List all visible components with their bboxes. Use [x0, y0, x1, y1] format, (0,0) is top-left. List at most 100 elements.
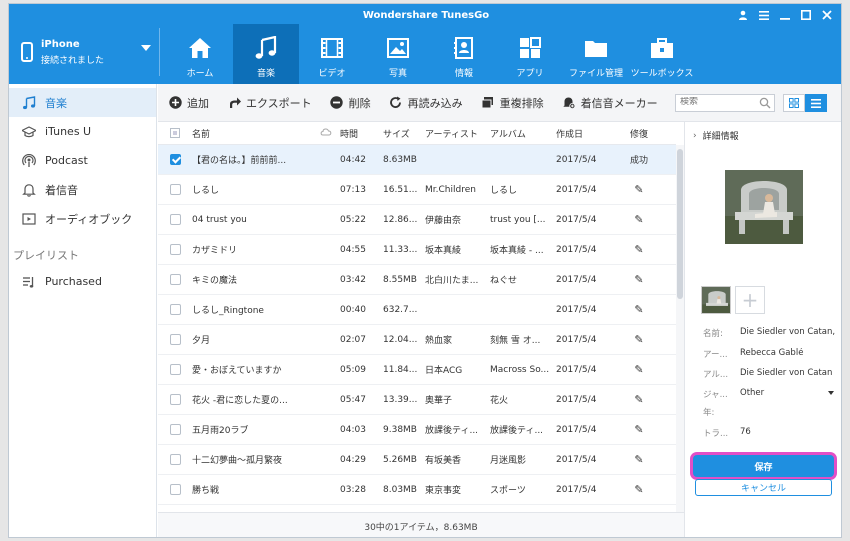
table-row[interactable]: キミの魔法 03:42 8.55MB 北白川たま... ねぐせ 2017/5/4 ✎ — [158, 265, 676, 295]
table-row[interactable]: 勝ち戦 03:28 8.03MB 東京事変 スポーツ 2017/5/4 ✎ — [158, 475, 676, 505]
user-icon[interactable] — [737, 9, 749, 21]
row-checkbox[interactable] — [169, 364, 181, 375]
row-checkbox[interactable] — [169, 244, 181, 255]
table-row[interactable]: しるし 07:13 16.51... Mr.Children しるし 2017/5/4 ✎ — [158, 175, 676, 205]
edit-icon[interactable]: ✎ — [621, 183, 657, 196]
field-name[interactable]: 名前: Die Siedler von Catan, Kap — [703, 327, 838, 339]
tab-files[interactable]: ファイル管理 — [563, 24, 629, 84]
dedupe-button[interactable]: 重複排除 — [481, 95, 544, 111]
edit-icon[interactable]: ✎ — [621, 333, 657, 346]
album-cover-large — [725, 170, 803, 244]
tab-toolbox[interactable]: ツールボックス — [629, 24, 695, 84]
chevron-right-icon[interactable]: › — [693, 131, 697, 141]
field-artist[interactable]: アー... Rebecca Gablé — [703, 348, 838, 360]
row-checkbox[interactable] — [169, 334, 181, 345]
sidebar-item-purchased[interactable]: Purchased — [9, 267, 156, 296]
close-icon[interactable] — [821, 9, 833, 21]
field-value[interactable]: Rebecca Gablé — [740, 348, 838, 360]
row-checkbox[interactable] — [169, 394, 181, 405]
sidebar-item-ringtones[interactable]: 着信音 — [9, 175, 156, 204]
field-value[interactable]: Die Siedler von Catan — [740, 368, 838, 380]
tab-photo[interactable]: 写真 — [365, 24, 431, 84]
device-selector[interactable]: iPhone 接続されました — [21, 30, 151, 74]
list-view-button[interactable] — [805, 94, 827, 112]
minimize-icon[interactable] — [779, 9, 791, 21]
delete-button[interactable]: 削除 — [330, 95, 371, 111]
chevron-down-icon[interactable] — [141, 45, 151, 51]
row-checkbox[interactable] — [169, 214, 181, 225]
header-time[interactable]: 時間 — [340, 127, 383, 140]
tab-music[interactable]: 音楽 — [233, 24, 299, 84]
edit-icon[interactable]: ✎ — [621, 483, 657, 496]
table-row[interactable]: 五月雨20ラブ 04:03 9.38MB 放課後ティ... 放課後ティ... 2017/5… — [158, 415, 676, 445]
edit-icon[interactable]: ✎ — [621, 393, 657, 406]
cell-date: 2017/5/4 — [556, 484, 597, 495]
field-value[interactable]: 76 — [740, 427, 838, 439]
cancel-button[interactable]: キャンセル — [695, 479, 832, 496]
menu-icon[interactable] — [758, 9, 770, 21]
edit-icon[interactable]: ✎ — [621, 243, 657, 256]
field-value[interactable] — [740, 406, 838, 418]
table-row[interactable]: 花火 -君に恋した夏の... 05:47 13.39... 奥華子 花火 2017/5/4… — [158, 385, 676, 415]
header-artist[interactable]: アーティスト — [425, 127, 490, 140]
sidebar-item-music[interactable]: 音楽 — [9, 88, 156, 117]
export-button[interactable]: エクスポート — [227, 95, 312, 111]
tab-apps[interactable]: アプリ — [497, 24, 563, 84]
maximize-icon[interactable] — [800, 9, 812, 21]
field-year[interactable]: 年: — [703, 406, 838, 418]
tab-video[interactable]: ビデオ — [299, 24, 365, 84]
row-checkbox[interactable] — [169, 484, 181, 495]
table-row[interactable]: 04 trust you 05:22 12.86... 伊藤由奈 trust you [… — [158, 205, 676, 235]
table-row[interactable]: 十二幻夢曲～孤月繁夜 04:29 5.26MB 有坂美香 月迷風影 2017/5/4 ✎ — [158, 445, 676, 475]
table-row[interactable]: しるし_Ringtone 00:40 632.7... 2017/5/4 ✎ — [158, 295, 676, 325]
field-value[interactable]: Die Siedler von Catan, Kap — [740, 327, 838, 339]
sidebar-item-itunes-u[interactable]: iTunes U — [9, 117, 156, 146]
header-name[interactable]: 名前 — [192, 127, 340, 140]
row-checkbox[interactable] — [169, 154, 181, 165]
header-album[interactable]: アルバム — [490, 127, 556, 140]
grid-view-button[interactable] — [783, 94, 805, 112]
edit-icon[interactable]: ✎ — [621, 273, 657, 286]
table-row[interactable]: 愛・おぼえていますか 05:09 11.84... 日本ACG Macross So..… — [158, 355, 676, 385]
field-genre[interactable]: ジャ... Other — [703, 388, 838, 400]
edit-icon[interactable]: ✎ — [621, 453, 657, 466]
table-row[interactable]: カザミドリ 04:55 11.33... 坂本真綾 坂本真綾 - ... 2017/5/4… — [158, 235, 676, 265]
table-row[interactable]: 夕月 02:07 12.04... 熱血家 刻無 雪 オ... 2017/5/4 ✎ — [158, 325, 676, 355]
row-checkbox[interactable] — [169, 304, 181, 315]
field-track[interactable]: トラ... 76 — [703, 427, 838, 439]
sidebar-item-audiobooks[interactable]: オーディオブック — [9, 204, 156, 233]
header-date[interactable]: 作成日 — [556, 127, 621, 140]
playlist-header: プレイリスト — [13, 249, 79, 262]
table-scrollbar[interactable] — [676, 145, 684, 512]
edit-icon[interactable]: ✎ — [621, 363, 657, 376]
select-all-checkbox[interactable] — [170, 128, 180, 138]
edit-icon[interactable]: ✎ — [621, 423, 657, 436]
header-size[interactable]: サイズ — [383, 127, 425, 140]
search-box[interactable] — [675, 94, 775, 112]
search-icon[interactable] — [759, 97, 771, 109]
row-checkbox[interactable] — [169, 424, 181, 435]
tab-info[interactable]: 情報 — [431, 24, 497, 84]
detail-header[interactable]: › 詳細情報 — [693, 129, 739, 143]
row-checkbox[interactable] — [169, 454, 181, 465]
edit-icon[interactable]: ✎ — [621, 213, 657, 226]
add-button[interactable]: 追加 — [168, 95, 209, 111]
row-checkbox[interactable] — [169, 184, 181, 195]
album-cover-thumb[interactable] — [701, 286, 731, 314]
refresh-button[interactable]: 再読み込み — [389, 95, 463, 111]
add-cover-button[interactable]: + — [735, 286, 765, 314]
ringtone-maker-button[interactable]: 着信音メーカー — [562, 95, 658, 111]
chevron-down-icon[interactable] — [828, 391, 834, 395]
row-checkbox[interactable] — [169, 274, 181, 285]
table-row[interactable]: 【君の名は。】前前前... 04:42 8.63MB 2017/5/4 成功 — [158, 145, 676, 175]
search-input[interactable] — [680, 97, 758, 107]
cell-date: 2017/5/4 — [556, 304, 597, 315]
save-button[interactable]: 保存 — [693, 455, 834, 477]
scroll-thumb[interactable] — [677, 149, 683, 299]
header-fix[interactable]: 修復 — [621, 127, 657, 140]
tab-home[interactable]: ホーム — [167, 24, 233, 84]
edit-icon[interactable]: ✎ — [621, 303, 657, 316]
sidebar-item-podcast[interactable]: Podcast — [9, 146, 156, 175]
genre-select[interactable]: Other — [740, 388, 838, 400]
field-album[interactable]: アル... Die Siedler von Catan — [703, 368, 838, 380]
